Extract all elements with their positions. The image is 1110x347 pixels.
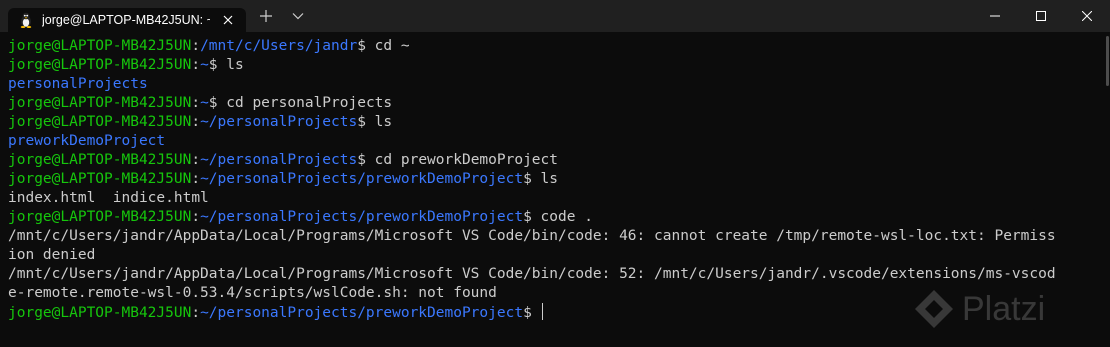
- prompt-path: ~: [200, 95, 209, 111]
- command-text: ls: [540, 171, 559, 187]
- command-text: ls: [374, 114, 393, 130]
- new-tab-button[interactable]: [248, 0, 284, 32]
- command-text: cd preworkDemoProject: [374, 152, 558, 168]
- maximize-button[interactable]: [1018, 0, 1064, 32]
- prompt-separator: :: [191, 305, 201, 321]
- command-text: cd ~: [374, 38, 410, 54]
- prompt-line: jorge@LAPTOP-MB42J5UN:~/personalProjects…: [8, 170, 1108, 189]
- plus-icon: [260, 10, 272, 22]
- prompt-user-host: jorge@LAPTOP-MB42J5UN: [8, 209, 192, 225]
- prompt-separator: :: [191, 57, 201, 73]
- prompt-symbol: $: [523, 209, 541, 225]
- prompt-separator: :: [191, 209, 201, 225]
- prompt-symbol: $: [357, 38, 375, 54]
- prompt-user-host: jorge@LAPTOP-MB42J5UN: [8, 38, 192, 54]
- scrollbar[interactable]: [1106, 36, 1109, 86]
- profiles-dropdown-button[interactable]: [284, 0, 312, 32]
- output-text: index.html indice.html: [8, 190, 209, 206]
- prompt-user-host: jorge@LAPTOP-MB42J5UN: [8, 57, 192, 73]
- directory-name: personalProjects: [8, 76, 148, 92]
- output-text: ion denied: [8, 247, 96, 263]
- close-tab-icon[interactable]: [220, 12, 236, 28]
- output-line: /mnt/c/Users/jandr/AppData/Local/Program…: [8, 227, 1108, 246]
- watermark-text: Platzi: [962, 289, 1046, 328]
- command-text: cd personalProjects: [226, 95, 393, 111]
- platzi-logo-icon: [915, 290, 953, 328]
- prompt-line: jorge@LAPTOP-MB42J5UN:~/personalProjects…: [8, 113, 1108, 132]
- prompt-separator: :: [191, 152, 201, 168]
- command-text: ls: [226, 57, 244, 73]
- prompt-path: ~/personalProjects/preworkDemoProject: [200, 209, 524, 225]
- title-bar: jorge@LAPTOP-MB42J5UN: ~/p: [0, 0, 1110, 32]
- prompt-symbol: $: [523, 305, 541, 321]
- prompt-symbol: $: [357, 114, 375, 130]
- prompt-line: jorge@LAPTOP-MB42J5UN:/mnt/c/Users/jandr…: [8, 37, 1108, 56]
- close-button[interactable]: [1064, 0, 1110, 32]
- output-line: /mnt/c/Users/jandr/AppData/Local/Program…: [8, 265, 1108, 284]
- prompt-user-host: jorge@LAPTOP-MB42J5UN: [8, 152, 192, 168]
- command-text: code .: [540, 209, 593, 225]
- prompt-separator: :: [191, 171, 201, 187]
- output-text: /mnt/c/Users/jandr/AppData/Local/Program…: [8, 228, 1056, 244]
- chevron-down-icon: [292, 13, 304, 20]
- prompt-line: jorge@LAPTOP-MB42J5UN:~$ cd personalProj…: [8, 94, 1108, 113]
- platzi-watermark: Platzi: [912, 284, 1045, 334]
- linux-penguin-icon: [18, 12, 34, 28]
- directory-name: preworkDemoProject: [8, 133, 166, 149]
- prompt-symbol: $: [523, 171, 541, 187]
- prompt-line: jorge@LAPTOP-MB42J5UN:~/personalProjects…: [8, 151, 1108, 170]
- prompt-user-host: jorge@LAPTOP-MB42J5UN: [8, 171, 192, 187]
- window-controls: [972, 0, 1110, 32]
- prompt-symbol: $: [357, 152, 375, 168]
- prompt-symbol: $: [208, 95, 227, 111]
- prompt-path: ~/personalProjects/preworkDemoProject: [200, 305, 524, 321]
- prompt-separator: :: [191, 38, 201, 54]
- prompt-path: ~/personalProjects: [200, 152, 358, 168]
- prompt-user-host: jorge@LAPTOP-MB42J5UN: [8, 95, 192, 111]
- prompt-path: ~/personalProjects: [200, 114, 358, 130]
- output-text: e-remote.remote-wsl-0.53.4/scripts/wslCo…: [8, 285, 497, 301]
- terminal-tab[interactable]: jorge@LAPTOP-MB42J5UN: ~/p: [8, 8, 246, 32]
- prompt-line: jorge@LAPTOP-MB42J5UN:~/personalProjects…: [8, 208, 1108, 227]
- maximize-icon: [1036, 11, 1046, 21]
- tab-title: jorge@LAPTOP-MB42J5UN: ~/p: [42, 13, 210, 27]
- prompt-user-host: jorge@LAPTOP-MB42J5UN: [8, 114, 192, 130]
- text-cursor: [541, 303, 543, 320]
- prompt-path: /mnt/c/Users/jandr: [200, 38, 358, 54]
- prompt-user-host: jorge@LAPTOP-MB42J5UN: [8, 305, 192, 321]
- prompt-symbol: $: [208, 57, 227, 73]
- prompt-separator: :: [191, 114, 201, 130]
- output-line: ion denied: [8, 246, 1108, 265]
- prompt-path: ~: [200, 57, 209, 73]
- output-line: index.html indice.html: [8, 189, 1108, 208]
- close-icon: [1082, 11, 1092, 21]
- prompt-line: jorge@LAPTOP-MB42J5UN:~$ ls: [8, 56, 1108, 75]
- prompt-path: ~/personalProjects/preworkDemoProject: [200, 171, 524, 187]
- directory-listing-line: preworkDemoProject: [8, 132, 1108, 151]
- prompt-separator: :: [191, 95, 201, 111]
- minimize-icon: [990, 15, 1000, 17]
- directory-listing-line: personalProjects: [8, 75, 1108, 94]
- minimize-button[interactable]: [972, 0, 1018, 32]
- output-text: /mnt/c/Users/jandr/AppData/Local/Program…: [8, 266, 1056, 282]
